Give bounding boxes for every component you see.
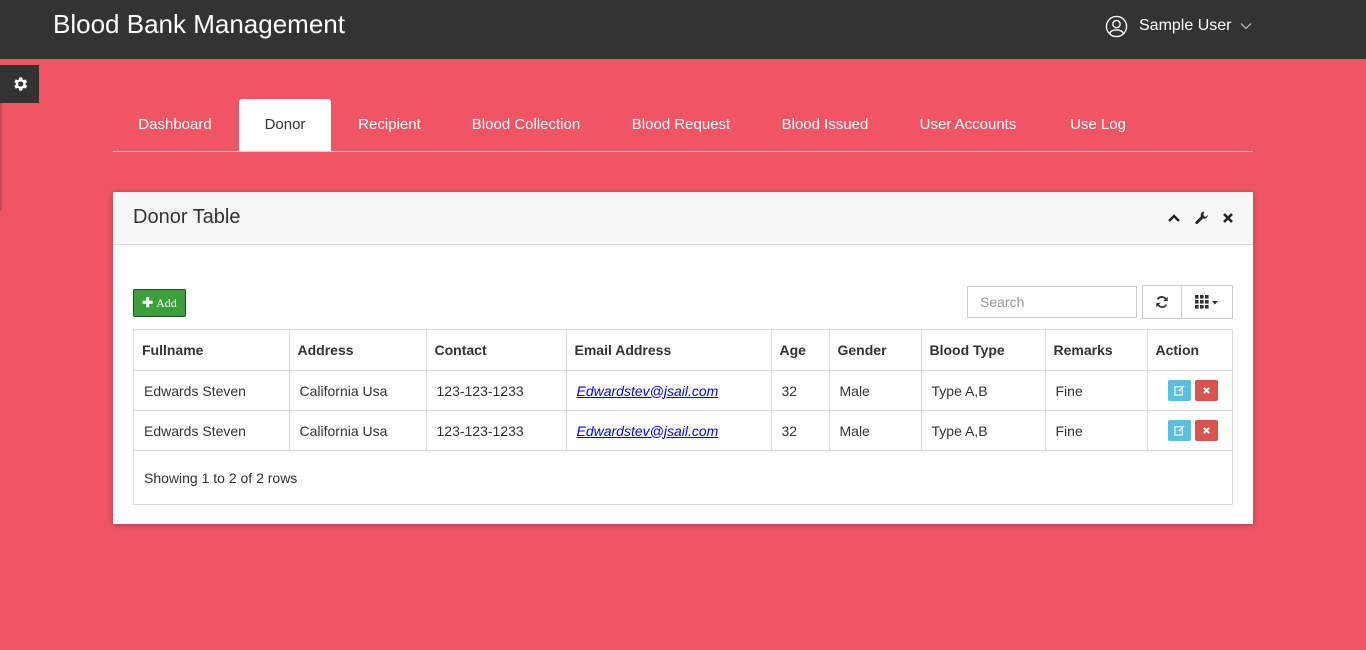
tab-recipient[interactable]: Recipient bbox=[333, 99, 446, 151]
user-menu[interactable]: Sample User bbox=[1105, 14, 1252, 38]
close-icon[interactable] bbox=[1220, 210, 1236, 226]
cell-address: California Usa bbox=[289, 410, 427, 451]
edit-icon bbox=[1173, 425, 1185, 436]
gear-icon bbox=[13, 77, 27, 91]
chevron-up-icon[interactable] bbox=[1166, 210, 1182, 226]
top-navbar: Blood Bank Management Sample User bbox=[0, 0, 1366, 59]
cell-address: California Usa bbox=[289, 370, 427, 411]
edit-button[interactable] bbox=[1167, 380, 1191, 401]
tab-donor[interactable]: Donor bbox=[239, 99, 331, 151]
email-link[interactable]: Edwardstev@jsail.com bbox=[577, 423, 719, 439]
table-row: Edwards Steven California Usa 123-123-12… bbox=[134, 370, 1232, 411]
table-row: Edwards Steven California Usa 123-123-12… bbox=[134, 410, 1232, 451]
cell-action bbox=[1147, 410, 1232, 451]
column-header[interactable]: Fullname bbox=[134, 330, 290, 371]
cell-gender: Male bbox=[829, 370, 922, 411]
add-donor-button[interactable]: ✚ Add bbox=[133, 289, 186, 317]
app-title[interactable]: Blood Bank Management bbox=[53, 8, 345, 40]
donor-panel: Donor Table ✚ Add Search Fullname Addres… bbox=[113, 192, 1253, 524]
chevron-down-icon bbox=[1241, 23, 1252, 30]
settings-toggle[interactable] bbox=[0, 65, 39, 103]
column-header[interactable]: Remarks bbox=[1045, 330, 1148, 371]
cell-email: Edwardstev@jsail.com bbox=[566, 410, 772, 451]
sidebar-edge bbox=[0, 103, 2, 211]
tab-blood-collection[interactable]: Blood Collection bbox=[453, 99, 599, 151]
column-header[interactable]: Gender bbox=[829, 330, 922, 371]
panel-header: Donor Table bbox=[113, 192, 1253, 245]
user-name: Sample User bbox=[1139, 17, 1232, 34]
columns-dropdown-button[interactable] bbox=[1181, 285, 1233, 319]
tab-use-log[interactable]: Use Log bbox=[1053, 99, 1143, 151]
tab-user-accounts[interactable]: User Accounts bbox=[903, 99, 1033, 151]
cell-blood-type: Type A,B bbox=[921, 370, 1046, 411]
cell-fullname: Edwards Steven bbox=[134, 410, 290, 451]
column-header: Action bbox=[1147, 330, 1232, 371]
delete-button[interactable] bbox=[1194, 420, 1218, 441]
column-header[interactable]: Blood Type bbox=[921, 330, 1046, 371]
cell-remarks: Fine bbox=[1045, 370, 1148, 411]
cell-age: 32 bbox=[771, 410, 830, 451]
panel-title: Donor Table bbox=[133, 206, 241, 228]
search-input[interactable] bbox=[967, 286, 1137, 318]
tab-blood-issued[interactable]: Blood Issued bbox=[765, 99, 885, 151]
table-header-row: Fullname Address Contact Email Address A… bbox=[134, 330, 1232, 371]
delete-icon bbox=[1202, 427, 1210, 434]
donor-table: Fullname Address Contact Email Address A… bbox=[134, 330, 1232, 451]
wrench-icon[interactable] bbox=[1194, 210, 1210, 226]
plus-icon: ✚ bbox=[142, 295, 154, 310]
email-link[interactable]: Edwardstev@jsail.com bbox=[577, 383, 719, 399]
grid-icon bbox=[1195, 295, 1218, 309]
column-header[interactable]: Contact bbox=[426, 330, 567, 371]
column-header[interactable]: Age bbox=[771, 330, 830, 371]
add-button-label: Add bbox=[156, 295, 177, 310]
user-circle-icon bbox=[1105, 15, 1128, 37]
cell-gender: Male bbox=[829, 410, 922, 451]
refresh-button[interactable] bbox=[1142, 285, 1182, 319]
tab-dashboard[interactable]: Dashboard bbox=[113, 99, 237, 151]
cell-remarks: Fine bbox=[1045, 410, 1148, 451]
pagination-info: Showing 1 to 2 of 2 rows bbox=[144, 470, 298, 486]
column-header[interactable]: Email Address bbox=[566, 330, 772, 371]
delete-icon bbox=[1202, 387, 1210, 394]
cell-email: Edwardstev@jsail.com bbox=[566, 370, 772, 411]
delete-button[interactable] bbox=[1194, 380, 1218, 401]
edit-button[interactable] bbox=[1167, 420, 1191, 441]
tab-blood-request[interactable]: Blood Request bbox=[613, 99, 749, 151]
refresh-icon bbox=[1156, 296, 1168, 308]
cell-action bbox=[1147, 370, 1232, 411]
cell-contact: 123-123-1233 bbox=[426, 370, 567, 411]
cell-fullname: Edwards Steven bbox=[134, 370, 290, 411]
main-tabs: Dashboard Donor Recipient Blood Collecti… bbox=[113, 99, 1253, 152]
donor-table-container: Fullname Address Contact Email Address A… bbox=[133, 329, 1233, 505]
cell-blood-type: Type A,B bbox=[921, 410, 1046, 451]
edit-icon bbox=[1173, 385, 1185, 396]
cell-contact: 123-123-1233 bbox=[426, 410, 567, 451]
column-header[interactable]: Address bbox=[289, 330, 427, 371]
cell-age: 32 bbox=[771, 370, 830, 411]
